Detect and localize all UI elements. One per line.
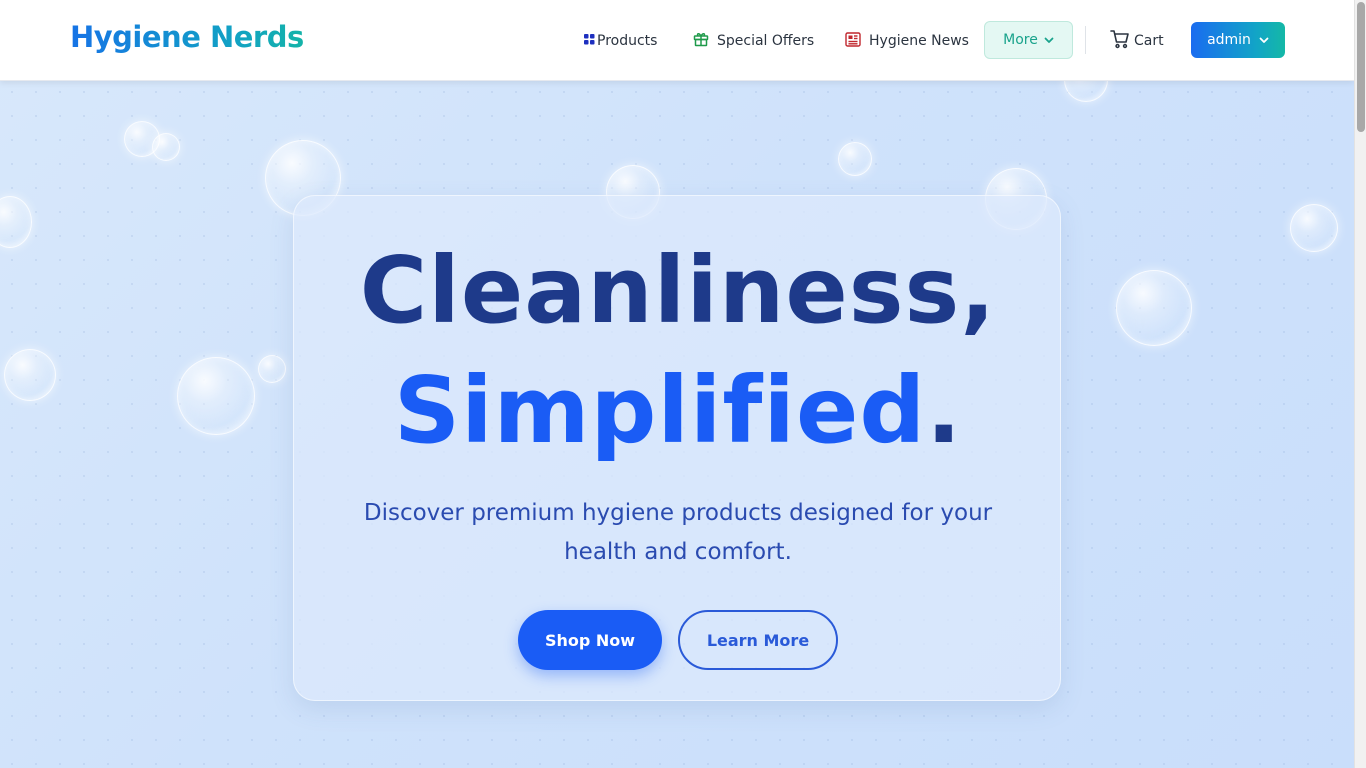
more-label: More (1003, 32, 1038, 48)
chevron-down-icon (1259, 32, 1269, 48)
nav-hygiene-news-label: Hygiene News (869, 33, 969, 49)
nav-hygiene-news[interactable]: Hygiene News (845, 30, 969, 52)
hero-title-word: Simplified (393, 357, 927, 464)
nav-special-offers[interactable]: Special Offers (693, 30, 814, 52)
bubble (1116, 270, 1192, 346)
cart-icon (1110, 29, 1130, 53)
bubble (177, 357, 255, 435)
bubble (152, 133, 180, 161)
nav-products-label: Products (597, 33, 658, 49)
newspaper-icon (845, 31, 861, 51)
bubble (838, 142, 872, 176)
hero-title-line2: Simplified. (294, 356, 1062, 466)
cart-label: Cart (1134, 33, 1164, 49)
page-scrollbar[interactable] (1354, 0, 1366, 768)
hero-title-line1: Cleanliness, (359, 237, 997, 344)
scrollbar-thumb[interactable] (1357, 2, 1365, 132)
hero-card: Cleanliness, Simplified. Discover premiu… (293, 195, 1061, 701)
top-navbar: Hygiene Nerds Products Special Offers Hy… (0, 0, 1354, 81)
more-dropdown-button[interactable]: More (984, 21, 1073, 59)
bubble (1290, 204, 1338, 252)
brand-logo[interactable]: Hygiene Nerds (70, 20, 304, 54)
gift-icon (693, 31, 709, 51)
bubble (258, 355, 286, 383)
shop-now-button[interactable]: Shop Now (518, 610, 662, 670)
nav-products[interactable]: Products (584, 30, 657, 52)
bubble (4, 349, 56, 401)
chevron-down-icon (1044, 32, 1054, 48)
cart-link[interactable]: Cart (1110, 29, 1164, 53)
learn-more-button[interactable]: Learn More (678, 610, 838, 670)
grid-icon (584, 33, 595, 49)
user-menu-button[interactable]: admin (1191, 22, 1285, 58)
user-name: admin (1207, 32, 1251, 48)
nav-special-offers-label: Special Offers (717, 33, 815, 49)
hero-subtitle: Discover premium hygiene products design… (363, 500, 993, 565)
hero-title-period: . (926, 357, 963, 464)
nav-divider (1085, 26, 1086, 54)
